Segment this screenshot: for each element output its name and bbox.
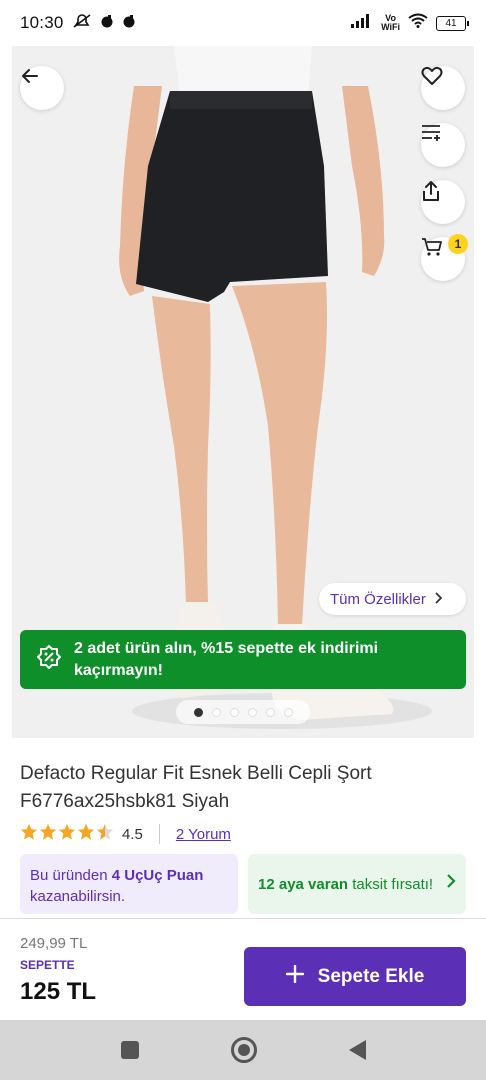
cart-button[interactable]: 1 [421, 234, 468, 281]
pagination-dot[interactable] [193, 707, 203, 717]
back-triangle-icon[interactable] [348, 1040, 366, 1060]
chevron-right-icon [434, 591, 443, 608]
favorite-button[interactable] [421, 66, 465, 110]
reviews-link[interactable]: 2 Yorum [176, 826, 231, 843]
installment-highlight: 12 aya varan [258, 875, 349, 893]
rating-row: 4.5 2 Yorum [20, 822, 231, 846]
home-icon[interactable] [230, 1037, 257, 1063]
pagination-dot[interactable] [247, 707, 257, 717]
discount-tag-icon [36, 644, 62, 675]
points-highlight: 4 UçUç Puan [111, 867, 204, 884]
gallery-pagination[interactable] [176, 700, 310, 724]
battery-level: 41 [445, 17, 457, 29]
current-price: 125 TL [20, 978, 97, 1005]
pagination-dot[interactable] [229, 707, 239, 717]
wifi-icon [408, 13, 428, 33]
product-page: 10:30 Vo WiFi 41 1 Tüm Özellikler 2 adet… [0, 0, 486, 1080]
plus-icon [285, 964, 304, 989]
points-prefix: Bu üründen [30, 867, 112, 884]
share-button[interactable] [421, 180, 465, 224]
all-features-label: Tüm Özellikler [330, 590, 426, 608]
bottom-bar-divider [0, 918, 486, 919]
system-nav-bar [0, 1020, 486, 1080]
half-star-icon [96, 823, 114, 846]
old-price: 249,99 TL [20, 935, 88, 952]
signal-icon [351, 13, 373, 33]
installment-card[interactable]: 12 aya varan taksit fırsatı! [248, 854, 466, 914]
star-icon [20, 823, 38, 846]
chevron-right-icon [446, 873, 456, 895]
pagination-dot[interactable] [211, 707, 221, 717]
basket-price-label: SEPETTE [20, 958, 75, 972]
cart-count-badge: 1 [448, 234, 468, 254]
add-to-cart-button[interactable]: Sepete Ekle [244, 947, 466, 1006]
filter-button[interactable] [421, 123, 465, 167]
rating-stars [20, 823, 114, 846]
pagination-dot[interactable] [283, 707, 293, 717]
all-features-button[interactable]: Tüm Özellikler [319, 583, 466, 615]
app-notification-icon [100, 14, 114, 33]
vowifi-indicator: Vo WiFi [381, 13, 400, 32]
add-to-cart-label: Sepete Ekle [317, 965, 425, 987]
rating-value: 4.5 [122, 825, 143, 843]
status-bar: 10:30 Vo WiFi 41 [0, 0, 486, 46]
star-icon [58, 823, 76, 846]
muted-notification-icon [72, 13, 92, 34]
points-card[interactable]: Bu üründen 4 UçUç Puan kazanabilirsin. [20, 854, 238, 914]
promo-banner[interactable]: 2 adet ürün alın, %15 sepette ek indirim… [20, 630, 466, 689]
app-notification-icon [122, 14, 136, 33]
pagination-dot[interactable] [265, 707, 275, 717]
back-button[interactable] [20, 66, 64, 110]
status-time: 10:30 [20, 13, 64, 32]
product-title: Defacto Regular Fit Esnek Belli Cepli Şo… [20, 763, 372, 812]
recent-apps-icon[interactable] [120, 1041, 139, 1059]
promo-text: 2 adet ürün alın, %15 sepette ek indirim… [74, 639, 379, 679]
star-icon [77, 823, 95, 846]
rating-divider [158, 824, 160, 844]
star-icon [39, 823, 57, 846]
points-suffix: kazanabilirsin. [30, 888, 126, 905]
battery-icon: 41 [436, 15, 469, 31]
installment-suffix: taksit fırsatı! [348, 875, 434, 893]
